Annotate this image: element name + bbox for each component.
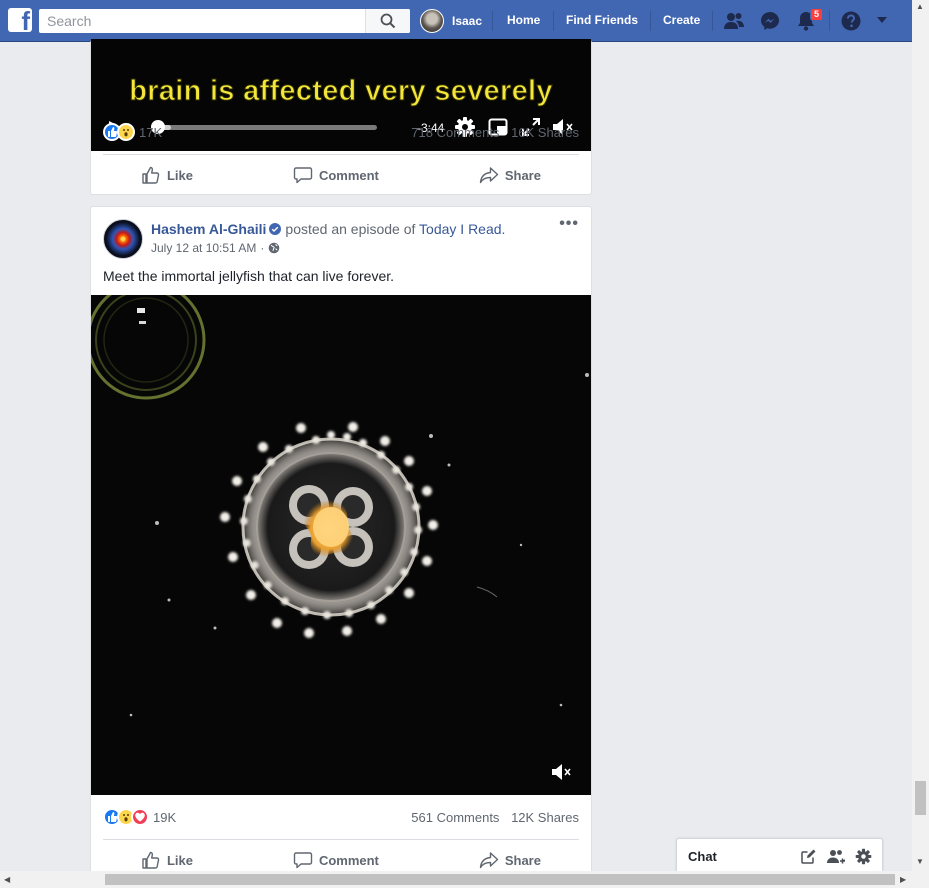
gear-icon[interactable] [855, 848, 872, 865]
shares-count[interactable]: 12K Shares [511, 810, 579, 825]
nav-divider [492, 11, 493, 31]
scroll-left-arrow-icon[interactable]: ◀ [4, 875, 10, 884]
post-card: Hashem Al-Ghaili posted an episode of Tod… [90, 206, 592, 878]
like-button[interactable]: Like [141, 166, 193, 184]
scroll-right-arrow-icon[interactable]: ▶ [900, 875, 906, 884]
wow-reaction-icon [117, 123, 135, 141]
chat-bar[interactable]: Chat [676, 838, 883, 872]
share-label: Share [504, 167, 541, 183]
chat-label: Chat [688, 849, 717, 864]
share-button[interactable]: Share [479, 851, 541, 869]
author-name[interactable]: Hashem Al-Ghaili [151, 221, 266, 237]
share-label: Share [504, 852, 541, 868]
profile-link[interactable]: Isaac [420, 8, 482, 34]
jellyfish-video-frame [91, 295, 589, 717]
post-stats: 17K 718 Comments 16K Shares [103, 122, 579, 142]
notification-count-badge: 5 [810, 8, 824, 21]
comment-label: Comment [318, 167, 379, 183]
post-header: Hashem Al-Ghaili posted an episode of Tod… [151, 221, 505, 237]
post-actions: Like Comment Share [91, 157, 591, 193]
globe-icon [269, 242, 280, 254]
nav-divider [650, 11, 651, 31]
verified-badge-icon [269, 223, 282, 235]
search-box [39, 9, 410, 33]
search-icon [380, 13, 396, 29]
facebook-logo-icon[interactable]: f [8, 8, 32, 32]
top-navigation-bar: f Isaac Home Find Friends Create 5 [0, 0, 912, 42]
create-link[interactable]: Create [663, 13, 700, 27]
nav-divider [553, 11, 554, 31]
search-input[interactable] [39, 9, 364, 33]
create-group-icon[interactable] [827, 848, 845, 865]
divider [103, 154, 579, 155]
find-friends-link[interactable]: Find Friends [566, 13, 638, 27]
help-icon[interactable] [840, 10, 862, 32]
thumbs-up-icon [142, 166, 160, 184]
vertical-scrollbar[interactable]: ▲ ▼ [912, 0, 929, 871]
comment-button[interactable]: Comment [293, 851, 379, 869]
friend-requests-icon[interactable] [723, 10, 745, 32]
reactions-summary[interactable]: 19K [103, 808, 176, 826]
video-caption: brain is affected very severely [129, 75, 553, 108]
shares-count[interactable]: 16K Shares [511, 125, 579, 140]
love-reaction-icon [131, 808, 149, 826]
post-card: brain is affected very severely -3:44 17… [90, 39, 592, 195]
show-link[interactable]: Today I Read. [419, 221, 505, 237]
horizontal-scrollbar-thumb[interactable] [105, 874, 895, 885]
reactions-summary[interactable]: 17K [103, 123, 162, 141]
share-icon [479, 852, 499, 869]
share-button[interactable]: Share [479, 166, 541, 184]
search-button[interactable] [365, 9, 410, 33]
nav-divider [829, 11, 830, 31]
comments-count[interactable]: 561 Comments [411, 810, 499, 825]
comment-icon [293, 852, 313, 869]
reaction-count: 17K [139, 124, 163, 140]
more-options-icon[interactable]: ••• [559, 215, 579, 233]
home-link[interactable]: Home [507, 13, 540, 27]
user-name: Isaac [452, 14, 483, 28]
avatar[interactable] [103, 219, 143, 259]
video-player[interactable] [91, 295, 591, 795]
post-text: Meet the immortal jellyfish that can liv… [103, 268, 395, 284]
post-meta: July 12 at 10:51 AM · [151, 241, 280, 255]
like-button[interactable]: Like [141, 851, 193, 869]
comment-button[interactable]: Comment [293, 166, 379, 184]
post-timestamp[interactable]: July 12 at 10:51 AM [151, 241, 256, 255]
like-label: Like [166, 167, 193, 183]
scroll-down-arrow-icon[interactable]: ▼ [916, 857, 924, 866]
nav-divider [712, 11, 713, 31]
post-stats: 19K 561 Comments 12K Shares [103, 807, 579, 827]
comments-count[interactable]: 718 Comments [411, 125, 499, 140]
scroll-up-arrow-icon[interactable]: ▲ [916, 2, 924, 11]
comment-label: Comment [318, 852, 379, 868]
messenger-icon[interactable] [759, 10, 781, 32]
divider [103, 839, 579, 840]
reaction-count: 19K [153, 809, 177, 825]
chevron-down-icon[interactable] [876, 14, 888, 26]
thumbs-up-icon [142, 851, 160, 869]
post-action-text: posted an episode of [285, 221, 416, 237]
comment-icon [293, 167, 313, 184]
horizontal-scrollbar[interactable]: ◀ ▶ [0, 871, 929, 888]
avatar [420, 9, 444, 33]
vertical-scrollbar-thumb[interactable] [915, 781, 926, 815]
share-icon [479, 167, 499, 184]
like-label: Like [166, 852, 193, 868]
new-message-icon[interactable] [800, 848, 817, 865]
muted-speaker-icon[interactable] [549, 761, 575, 783]
